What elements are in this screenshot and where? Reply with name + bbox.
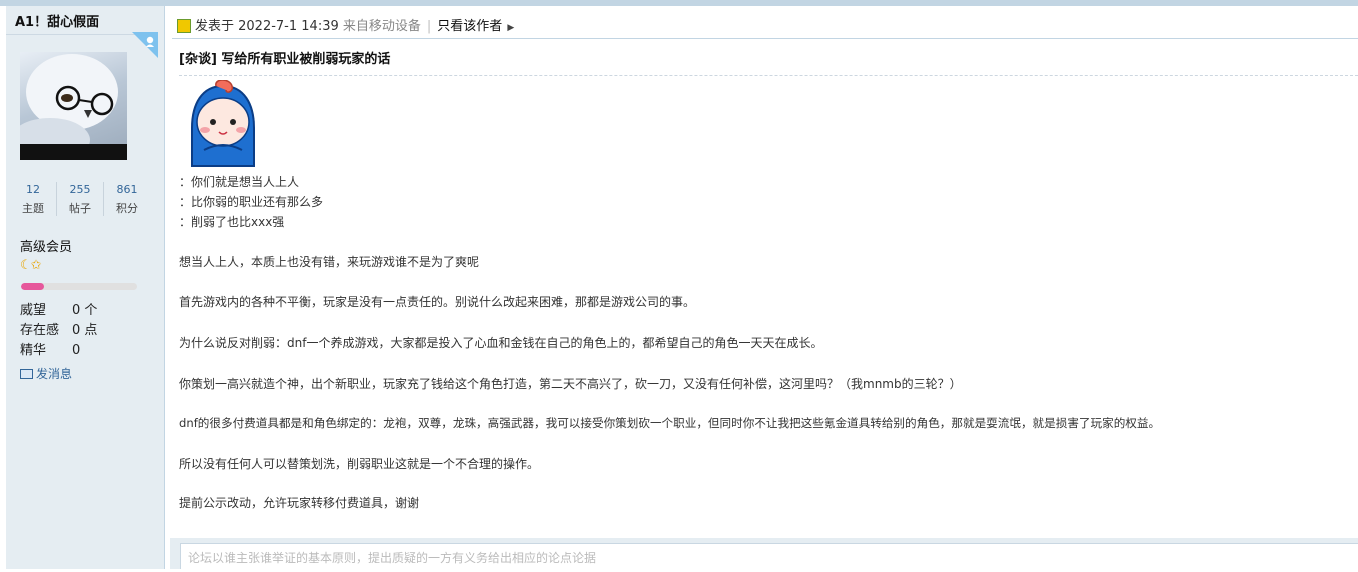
divider xyxy=(6,34,152,35)
stat-label: 积分 xyxy=(116,202,138,215)
post-paragraph: 你策划一高兴就造个神，出个新职业，玩家充了钱给这个角色打造，第二天不高兴了，砍一… xyxy=(179,377,962,391)
envelope-icon xyxy=(20,368,33,379)
triangle-right-icon: ▶ xyxy=(507,23,515,33)
post-paragraph: dnf的很多付费道具都是和角色绑定的：龙袍，双尊，龙珠，高强武器，我可以接受你策… xyxy=(179,416,1161,430)
stat-topics[interactable]: 12 主题 xyxy=(10,180,56,218)
meta-divider: | xyxy=(426,19,432,34)
field-value: 0 个 xyxy=(72,303,98,318)
field-key: 精华 xyxy=(20,343,47,358)
post-paragraph: 首先游戏内的各种不平衡，玩家是没有一点责任的。别说什么改起来困难，那都是游戏公司… xyxy=(179,295,696,309)
stat-label: 帖子 xyxy=(69,202,91,215)
divider xyxy=(172,38,1358,39)
post-device: 来自移动设备 xyxy=(342,19,421,34)
send-message-link[interactable]: 发消息 xyxy=(20,365,72,382)
user-stats: 12 主题 255 帖子 861 积分 xyxy=(10,180,148,224)
stat-value: 255 xyxy=(69,183,91,196)
field-value: 0 点 xyxy=(72,323,98,338)
quote-line: ：比你弱的职业还有那么多 xyxy=(179,195,324,209)
post-paragraph: 想当人上人，本质上也没有错，来玩游戏谁不是为了爽呢 xyxy=(179,255,480,269)
rank-icons: ☾✩ xyxy=(20,258,42,273)
stat-value: 861 xyxy=(116,183,138,196)
field-value: 0 xyxy=(72,343,81,358)
only-author-link[interactable]: 只看该作者 xyxy=(437,19,502,34)
user-field-prestige: 威望 0 个 xyxy=(20,299,97,318)
reply-input[interactable]: 论坛以谁主张谁举证的基本原则，提出质疑的一方有义务给出相应的论点论据 xyxy=(180,543,1358,569)
quote-line: ：削弱了也比xxx强 xyxy=(179,215,285,229)
post-status-icon xyxy=(177,18,191,33)
post-paragraph: 所以没有任何人可以替策划洗，削弱职业这就是一个不合理的操作。 xyxy=(179,457,540,471)
stat-posts[interactable]: 255 帖子 xyxy=(57,180,103,218)
online-status-icon xyxy=(132,32,158,58)
field-key: 存在感 xyxy=(20,323,60,338)
username[interactable]: A1！甜心假面 xyxy=(15,11,99,30)
stat-value: 12 xyxy=(26,183,40,196)
mascot-sticker-image xyxy=(191,80,255,167)
post-paragraph: 提前公示改动，允许玩家转移付费道具，谢谢 xyxy=(179,496,420,510)
rank-progress-fill xyxy=(21,283,45,290)
rank-progress-bar xyxy=(21,283,137,290)
title-divider xyxy=(179,75,1358,76)
field-key: 威望 xyxy=(20,303,47,318)
user-field-presence: 存在感 0 点 xyxy=(20,319,97,338)
send-message-label: 发消息 xyxy=(36,367,73,381)
post-date: 发表于 2022-7-1 14:39 xyxy=(195,19,339,34)
user-field-digest: 精华 0 xyxy=(20,339,80,358)
user-group[interactable]: 高级会员 xyxy=(20,236,72,255)
post-title: [杂谈] 写给所有职业被削弱玩家的话 xyxy=(179,52,391,67)
user-avatar[interactable] xyxy=(20,52,127,160)
post-paragraph: 为什么说反对削弱：dnf一个养成游戏，大家都是投入了心血和金钱在自己的角色上的，… xyxy=(179,336,823,350)
quote-line: ：你们就是想当人上人 xyxy=(179,175,300,189)
stat-credits[interactable]: 861 积分 xyxy=(104,180,150,218)
stat-label: 主题 xyxy=(22,202,44,215)
post-meta: 发表于 2022-7-1 14:39 来自移动设备 | 只看该作者 ▶ xyxy=(177,15,514,34)
top-border xyxy=(0,0,1358,6)
